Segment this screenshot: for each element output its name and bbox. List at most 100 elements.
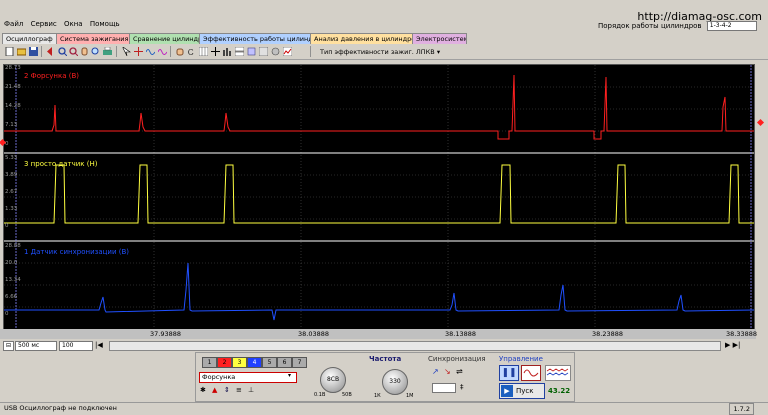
new-file-icon[interactable]	[5, 47, 14, 56]
menu-file[interactable]: Файл	[4, 20, 23, 29]
frequency-knob[interactable]: 330	[382, 369, 408, 395]
channel-marker-right[interactable]	[756, 118, 765, 127]
print-icon[interactable]	[103, 47, 112, 56]
sine-wave-icon	[523, 369, 539, 377]
channel-button-1[interactable]: 1	[202, 357, 217, 368]
channel-button-3[interactable]: 3	[232, 357, 247, 368]
knob1-min-label: 0.1В	[314, 392, 326, 398]
y-tick: 28.73	[5, 65, 21, 71]
start-label: Пуск	[516, 387, 534, 395]
scroll-last-icon[interactable]: ▶ ▶|	[725, 341, 740, 350]
split-icon[interactable]	[235, 47, 244, 56]
menu-service[interactable]: Сервис	[31, 20, 57, 29]
y-tick: 13.34	[5, 277, 21, 283]
sync-auto-icon[interactable]: ⇌	[456, 367, 463, 376]
sync-title: Синхронизация	[428, 355, 486, 363]
tab-cylinder-efficiency[interactable]: Эффективность работы цилиндров	[199, 33, 312, 44]
zoom-in-icon[interactable]	[58, 47, 67, 56]
sync-level-icon[interactable]: ‡	[460, 383, 464, 391]
y-tick: 0	[5, 311, 9, 317]
horizontal-scrollbar[interactable]	[109, 341, 721, 351]
arrow-left-icon[interactable]	[47, 47, 56, 56]
toolbar: Ꮯ Тип эффективности зажиг. ЛПКВ ▾	[0, 45, 768, 60]
zoom-out-icon[interactable]	[69, 47, 78, 56]
y-tick: 5.33	[5, 155, 18, 161]
voltage-knob[interactable]: 8CB	[320, 367, 346, 393]
points-select[interactable]: 100	[59, 341, 93, 351]
frequency-title: Частота	[369, 355, 402, 363]
grid-icon[interactable]	[199, 47, 208, 56]
toolbar-separator	[310, 46, 311, 57]
tab-pressure-analysis[interactable]: Анализ давления в цилиндре	[310, 33, 415, 44]
play-icon: ▶	[501, 385, 513, 397]
offset-icon[interactable]: ⊥	[248, 386, 254, 394]
magnifier-icon[interactable]	[91, 47, 100, 56]
channel-label-sync: 1 Датчик синхронизации (В)	[24, 248, 129, 256]
x-tick: 38.03888	[298, 330, 330, 338]
measure-mode-select[interactable]: Тип эффективности зажиг. ЛПКВ ▾	[320, 48, 440, 56]
sync-fall-icon[interactable]: ↘	[444, 367, 451, 376]
probe-icon[interactable]: ✱	[200, 386, 206, 394]
timebase-icon[interactable]: ⊟	[3, 341, 14, 351]
cursor-icon[interactable]	[122, 47, 131, 56]
tab-oscilloscope[interactable]: Осциллограф	[2, 33, 57, 44]
channel-icon[interactable]: Ꮯ	[188, 47, 197, 56]
hand-grab-icon[interactable]	[176, 47, 185, 56]
tab-ignition[interactable]: Система зажигания	[56, 33, 130, 44]
open-folder-icon[interactable]	[17, 47, 26, 56]
grid-lines	[4, 65, 754, 330]
record-mode-button[interactable]	[545, 365, 571, 381]
start-button[interactable]: ▶ Пуск	[499, 383, 545, 399]
chart-icon[interactable]	[283, 47, 292, 56]
wave-icon[interactable]	[146, 47, 155, 56]
status-text: USB Осциллограф не подключен	[4, 404, 117, 412]
main-menu: Файл Сервис Окна Помощь	[4, 20, 125, 29]
pause-button[interactable]: ❚❚	[499, 365, 519, 381]
waveform-injector	[4, 74, 754, 140]
x-tick: 37.93888	[150, 330, 182, 338]
sine-mode-button[interactable]	[521, 365, 541, 381]
y-tick: 21.48	[5, 84, 21, 90]
channel-button-4[interactable]: 4	[247, 357, 262, 368]
toolbar-separator	[170, 46, 171, 57]
y-tick: 0	[5, 223, 9, 229]
save-icon[interactable]	[29, 47, 38, 56]
y-tick: 2.67	[5, 189, 18, 195]
sync-rise-icon[interactable]: ↗	[432, 367, 439, 376]
measure-icon[interactable]	[158, 47, 167, 56]
tab-cylinder-compare[interactable]: Сравнение цилиндров	[129, 33, 202, 44]
cylinder-order-label: Порядок работы цилиндров	[598, 22, 702, 30]
knob2-max-label: 1М	[406, 393, 414, 399]
hand-icon[interactable]	[80, 47, 89, 56]
menu-help[interactable]: Помощь	[90, 20, 120, 29]
x-axis: 37.93888 38.03888 38.13888 38.23888 38.3…	[0, 329, 757, 339]
channels-icon[interactable]	[259, 47, 268, 56]
menu-windows[interactable]: Окна	[64, 20, 83, 29]
y-tick: 7.13	[5, 122, 18, 128]
timebase-select[interactable]: 500 мс	[15, 341, 57, 351]
channel-button-7[interactable]: 7	[292, 357, 307, 368]
channel-button-2[interactable]: 2	[217, 357, 232, 368]
channel-button-6[interactable]: 6	[277, 357, 292, 368]
x-tick: 38.13888	[445, 330, 477, 338]
cylinder-order: Порядок работы цилиндров 1-3-4-2	[598, 21, 757, 31]
align-icon[interactable]	[211, 47, 220, 56]
sync-channel-select[interactable]	[432, 383, 456, 393]
settings-icon[interactable]	[271, 47, 280, 56]
tab-electrical[interactable]: Электросистема	[412, 33, 467, 44]
channel-type-select[interactable]: Форсунка	[199, 372, 297, 383]
oscilloscope-plot[interactable]: 2 Форсунка (В) 3 просто датчик (Н) 1 Дат…	[3, 64, 755, 331]
invert-icon[interactable]: ▲	[212, 386, 217, 394]
marker-icon[interactable]	[134, 47, 143, 56]
y-tick: 14.28	[5, 103, 21, 109]
waveform-sync	[4, 262, 754, 321]
cylinder-order-select[interactable]: 1-3-4-2	[706, 21, 757, 31]
coupling-icon[interactable]: ⇕	[224, 386, 230, 394]
chevron-down-icon: ▾	[288, 372, 292, 379]
scroll-first-icon[interactable]: |◀	[95, 341, 103, 350]
layers-icon[interactable]	[247, 47, 256, 56]
filter-icon[interactable]: ≡	[236, 386, 242, 394]
bars-icon[interactable]	[223, 47, 232, 56]
control-title: Управление	[499, 355, 543, 363]
channel-button-5[interactable]: 5	[262, 357, 277, 368]
